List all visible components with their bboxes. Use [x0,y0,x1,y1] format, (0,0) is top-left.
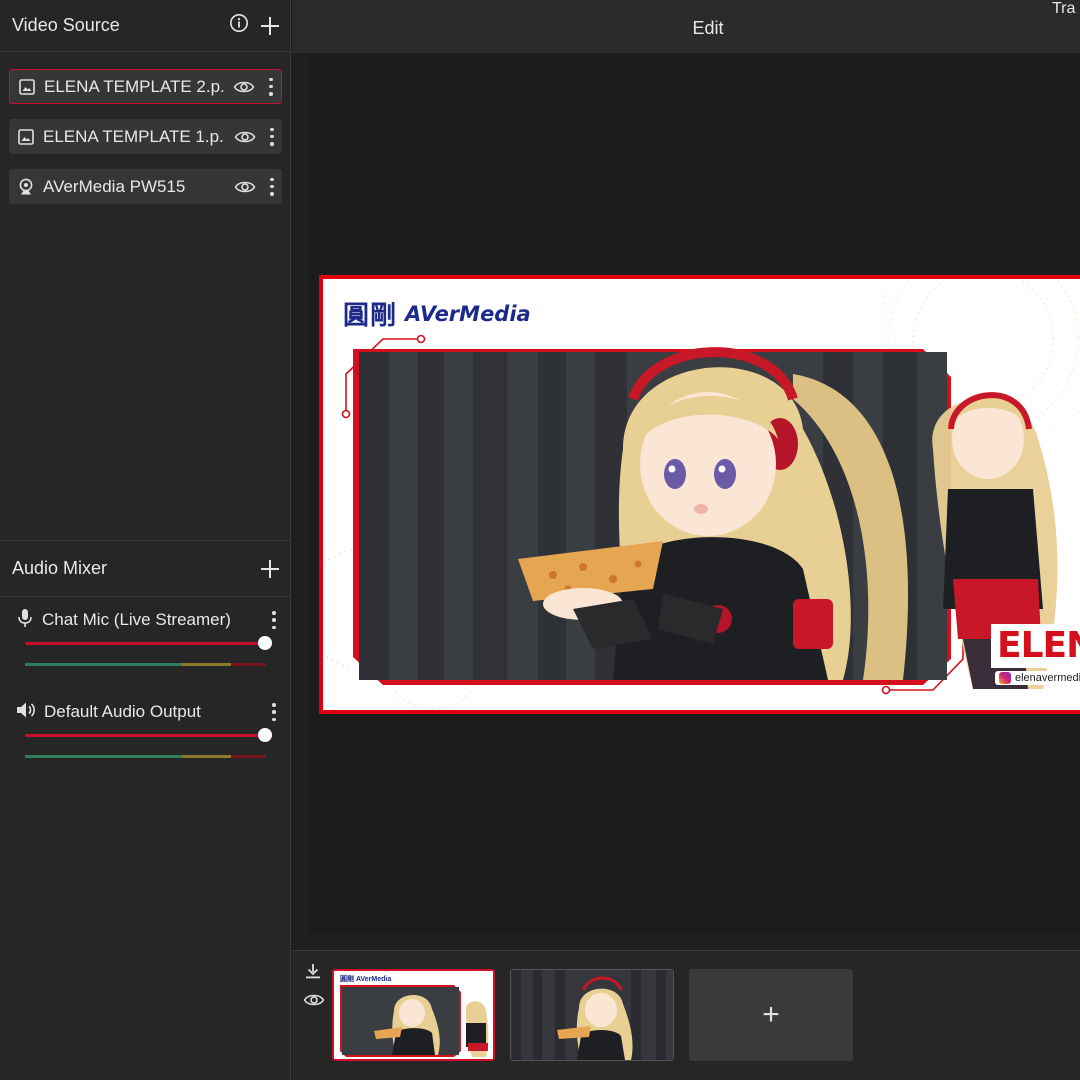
more-options-icon[interactable] [269,77,273,96]
image-icon [18,78,36,96]
source-item[interactable]: ELENA TEMPLATE 2.p. [9,69,282,104]
scene-thumbnail[interactable]: 圓剛 AVerMedia [332,969,495,1061]
stream-overlay-image [323,279,1080,710]
add-scene-icon: + [762,998,780,1031]
scene-thumbnail-image [334,971,493,1059]
instagram-icon [999,672,1011,684]
more-options-icon[interactable] [272,611,276,629]
source-label: AVerMedia PW515 [43,176,186,196]
elena-name-text: ELENA [997,625,1080,666]
volume-slider[interactable] [25,636,272,650]
instagram-tag: elenavermedia [995,671,1080,685]
source-label: ELENA TEMPLATE 1.p. [43,126,224,146]
add-scene-button[interactable]: + [689,969,853,1061]
audio-level-meter [25,755,266,758]
audio-mixer-header: Audio Mixer [0,540,291,597]
audio-level-meter [25,663,266,666]
audio-mixer-title: Audio Mixer [12,558,108,578]
instagram-handle: elenavermedia [1015,672,1080,684]
audio-channel-label: Default Audio Output [44,702,201,721]
download-icon[interactable] [304,962,322,985]
source-item[interactable]: AVerMedia PW515 [9,169,282,204]
scene-preview[interactable]: 圓剛 AVerMedia ELENA elenavermedia [319,275,1080,714]
volume-slider-handle[interactable] [258,728,272,742]
logo-chinese-text: 圓剛 [343,301,398,331]
volume-slider-handle[interactable] [258,636,272,650]
scene-thumbnail-image [511,970,673,1060]
info-icon[interactable] [229,13,249,38]
add-audio-icon[interactable] [261,559,279,578]
audio-channel-row: Chat Mic (Live Streamer) [16,607,276,633]
source-item[interactable]: ELENA TEMPLATE 1.p. [9,119,282,154]
eye-icon[interactable] [303,992,325,1013]
top-bar [292,0,1080,53]
microphone-icon[interactable] [16,608,34,633]
audio-channel-label: Chat Mic (Live Streamer) [42,610,231,629]
audio-channel: Chat Mic (Live Streamer) [0,607,291,687]
logo-brand-text: AVerMedia [405,301,531,326]
scene-thumbnail[interactable] [510,969,674,1061]
more-options-icon[interactable] [270,127,274,146]
eye-icon[interactable] [233,79,255,95]
left-panel: Video Source ELENA TEMPLATE 2.p. ELENA T… [0,0,291,1080]
audio-channel-row: Default Audio Output [16,699,276,725]
webcam-icon [17,178,35,196]
avermedia-logo: 圓剛 AVerMedia [343,295,531,332]
image-icon [17,128,35,146]
volume-slider[interactable] [25,728,272,742]
more-options-icon[interactable] [272,703,276,721]
more-options-icon[interactable] [270,177,274,196]
video-source-title: Video Source [12,15,120,35]
video-source-header: Video Source [0,0,291,52]
speaker-icon[interactable] [16,701,36,724]
thumb-logo-text: 圓剛 AVerMedia [340,976,392,983]
add-source-icon[interactable] [261,16,279,35]
scene-bar-tools [303,962,325,1012]
eye-icon[interactable] [234,179,256,195]
eye-icon[interactable] [234,129,256,145]
audio-channel: Default Audio Output [0,699,291,779]
source-label: ELENA TEMPLATE 2.p. [44,76,225,96]
